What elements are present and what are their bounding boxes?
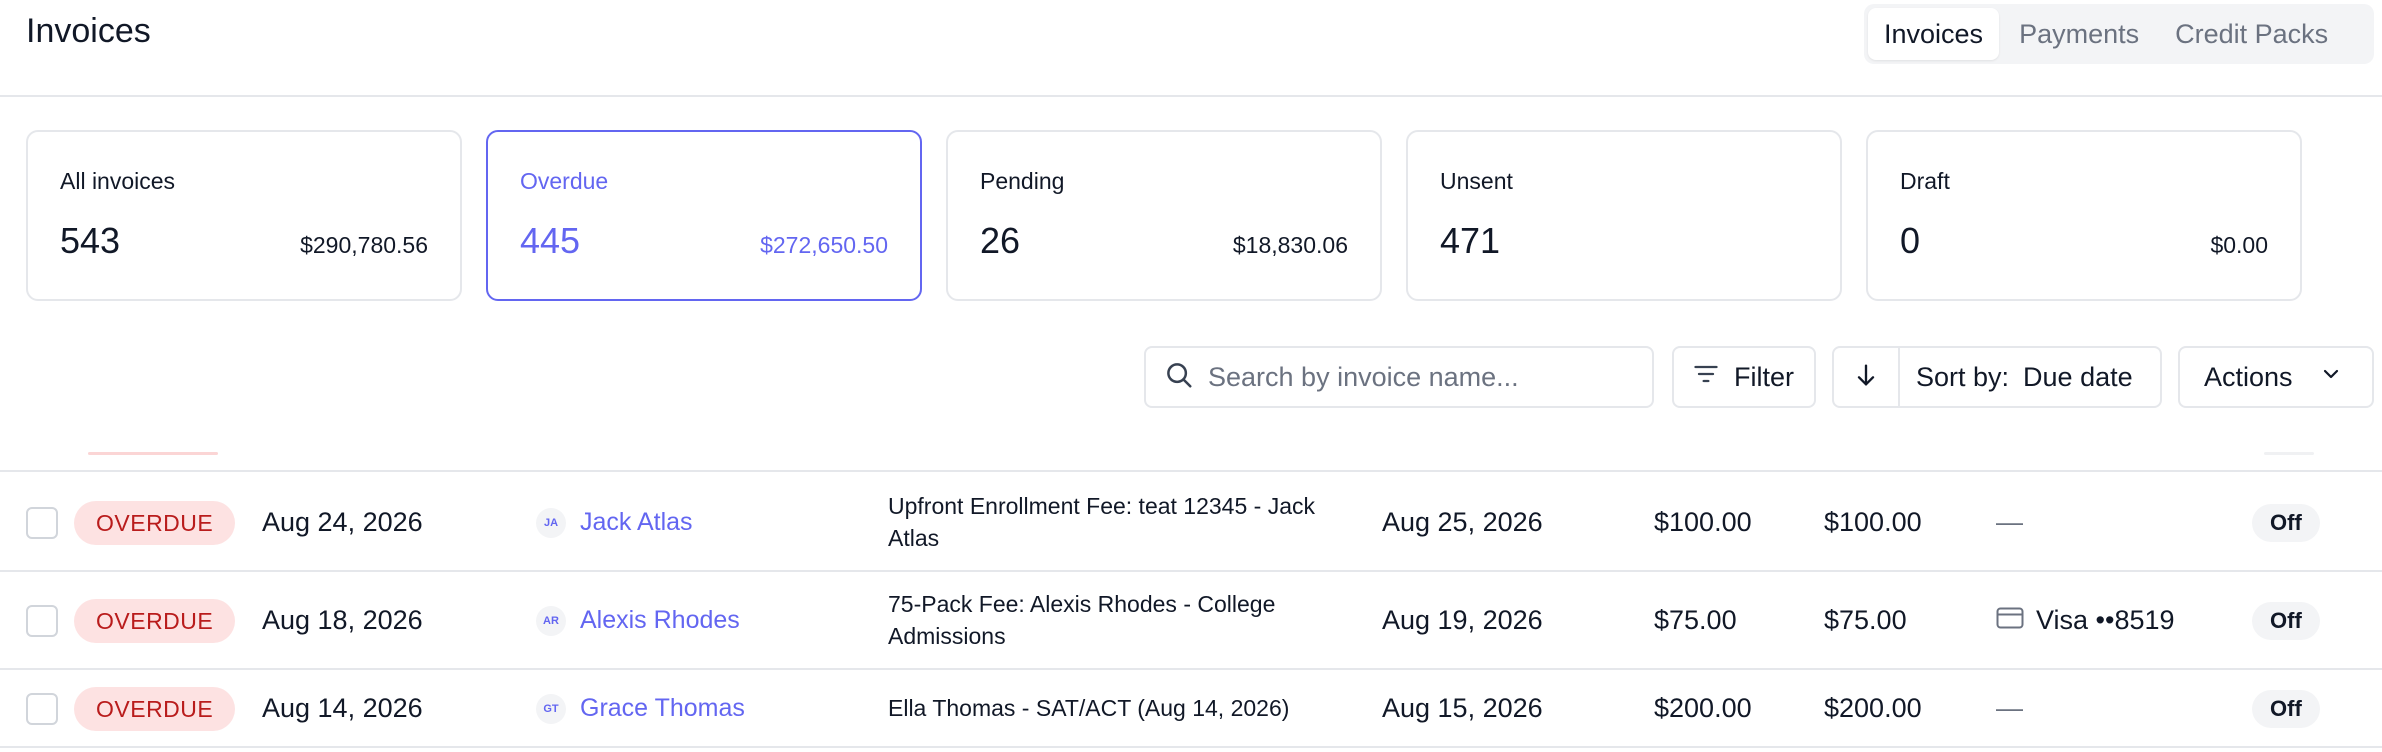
search-input[interactable] bbox=[1208, 361, 1648, 393]
due-date: Aug 25, 2026 bbox=[1382, 507, 1543, 537]
search-icon bbox=[1164, 360, 1194, 395]
table-row[interactable]: OVERDUE Aug 14, 2026 GT Grace Thomas Ell… bbox=[0, 670, 2382, 748]
table-row[interactable]: OVERDUE Aug 18, 2026 AR Alexis Rhodes 75… bbox=[0, 572, 2382, 670]
payment-method-empty: — bbox=[1996, 693, 2023, 723]
invoice-description: Ella Thomas - SAT/ACT (Aug 14, 2026) bbox=[888, 695, 1290, 721]
table-row[interactable]: OVERDUE Aug 24, 2026 JA Jack Atlas Upfro… bbox=[0, 474, 2382, 572]
autopay-toggle[interactable]: Off bbox=[2252, 690, 2320, 728]
invoice-description: Upfront Enrollment Fee: teat 12345 - Jac… bbox=[888, 493, 1315, 551]
filter-label: Filter bbox=[1734, 361, 1794, 392]
row-checkbox[interactable] bbox=[26, 693, 58, 725]
invoice-balance: $75.00 bbox=[1824, 605, 1907, 635]
customer-name-link[interactable]: Grace Thomas bbox=[580, 694, 745, 723]
table-row-partial bbox=[0, 452, 2382, 472]
due-date: Aug 19, 2026 bbox=[1382, 605, 1543, 635]
card-amount: $18,830.06 bbox=[1232, 232, 1348, 258]
page-title: Invoices bbox=[26, 12, 151, 50]
invoice-balance: $200.00 bbox=[1824, 693, 1922, 723]
invoice-description: 75-Pack Fee: Alexis Rhodes - College Adm… bbox=[888, 591, 1276, 649]
due-date: Aug 15, 2026 bbox=[1382, 693, 1543, 723]
status-badge: OVERDUE bbox=[74, 687, 236, 731]
tab-invoices[interactable]: Invoices bbox=[1868, 8, 2000, 60]
summary-card-unsent[interactable]: Unsent 471 bbox=[1406, 130, 1842, 301]
issue-date: Aug 18, 2026 bbox=[262, 605, 423, 635]
avatar: GT bbox=[536, 694, 566, 724]
summary-card-overdue[interactable]: Overdue 445 $272,650.50 bbox=[486, 130, 922, 301]
card-count: 471 bbox=[1440, 220, 1501, 261]
invoice-amount: $75.00 bbox=[1654, 605, 1737, 635]
issue-date: Aug 24, 2026 bbox=[262, 507, 423, 537]
sort-prefix: Sort by: bbox=[1916, 361, 2010, 392]
invoice-amount: $100.00 bbox=[1654, 507, 1752, 537]
payment-method-label: Visa ••8519 bbox=[2036, 605, 2175, 635]
search-box bbox=[1144, 346, 1654, 408]
payment-method: Visa ••8519 bbox=[1996, 605, 2175, 636]
card-amount: $0.00 bbox=[2210, 232, 2268, 258]
card-label: Pending bbox=[980, 168, 1065, 194]
issue-date: Aug 14, 2026 bbox=[262, 693, 423, 723]
autopay-pill-partial bbox=[2264, 452, 2314, 455]
row-checkbox[interactable] bbox=[26, 507, 58, 539]
invoice-amount: $200.00 bbox=[1654, 693, 1752, 723]
arrow-down-icon bbox=[1852, 361, 1880, 394]
autopay-toggle[interactable]: Off bbox=[2252, 602, 2320, 640]
autopay-toggle[interactable]: Off bbox=[2252, 504, 2320, 542]
card-label: Draft bbox=[1900, 168, 1950, 194]
avatar: AR bbox=[536, 606, 566, 636]
filter-icon bbox=[1692, 360, 1720, 395]
customer-name-link[interactable]: Jack Atlas bbox=[580, 508, 693, 537]
card-count: 0 bbox=[1900, 220, 1921, 261]
card-amount: $272,650.50 bbox=[760, 232, 888, 258]
card-count: 543 bbox=[60, 220, 121, 261]
tab-payments[interactable]: Payments bbox=[2003, 8, 2155, 60]
card-count: 445 bbox=[520, 220, 581, 261]
actions-label: Actions bbox=[2204, 361, 2293, 392]
row-checkbox[interactable] bbox=[26, 605, 58, 637]
status-badge: OVERDUE bbox=[74, 501, 236, 545]
actions-button[interactable]: Actions bbox=[2178, 346, 2374, 408]
summary-card-pending[interactable]: Pending 26 $18,830.06 bbox=[946, 130, 1382, 301]
invoice-balance: $100.00 bbox=[1824, 507, 1922, 537]
page-header: Invoices Invoices Payments Credit Packs bbox=[0, 0, 2382, 97]
avatar: JA bbox=[536, 508, 566, 538]
status-badge-partial bbox=[88, 452, 218, 455]
status-badge: OVERDUE bbox=[74, 599, 236, 643]
summary-card-all-invoices[interactable]: All invoices 543 $290,780.56 bbox=[26, 130, 462, 301]
card-amount: $290,780.56 bbox=[300, 232, 428, 258]
customer-name-link[interactable]: Alexis Rhodes bbox=[580, 606, 740, 635]
chevron-down-icon bbox=[2319, 362, 2343, 393]
sort-control: Sort by: Due date bbox=[1832, 346, 2162, 408]
sort-value: Due date bbox=[2023, 361, 2133, 392]
card-label: Overdue bbox=[520, 168, 609, 194]
view-switcher: Invoices Payments Credit Packs bbox=[1864, 4, 2374, 64]
sort-by-button[interactable]: Sort by: Due date bbox=[1900, 348, 2160, 406]
card-count: 26 bbox=[980, 220, 1021, 261]
credit-card-icon bbox=[1996, 605, 2024, 636]
filter-button[interactable]: Filter bbox=[1672, 346, 1816, 408]
summary-card-draft[interactable]: Draft 0 $0.00 bbox=[1866, 130, 2302, 301]
payment-method-empty: — bbox=[1996, 507, 2023, 537]
card-label: All invoices bbox=[60, 168, 176, 194]
sort-direction-button[interactable] bbox=[1834, 348, 1900, 406]
tab-credit-packs[interactable]: Credit Packs bbox=[2159, 8, 2344, 60]
card-label: Unsent bbox=[1440, 168, 1513, 194]
